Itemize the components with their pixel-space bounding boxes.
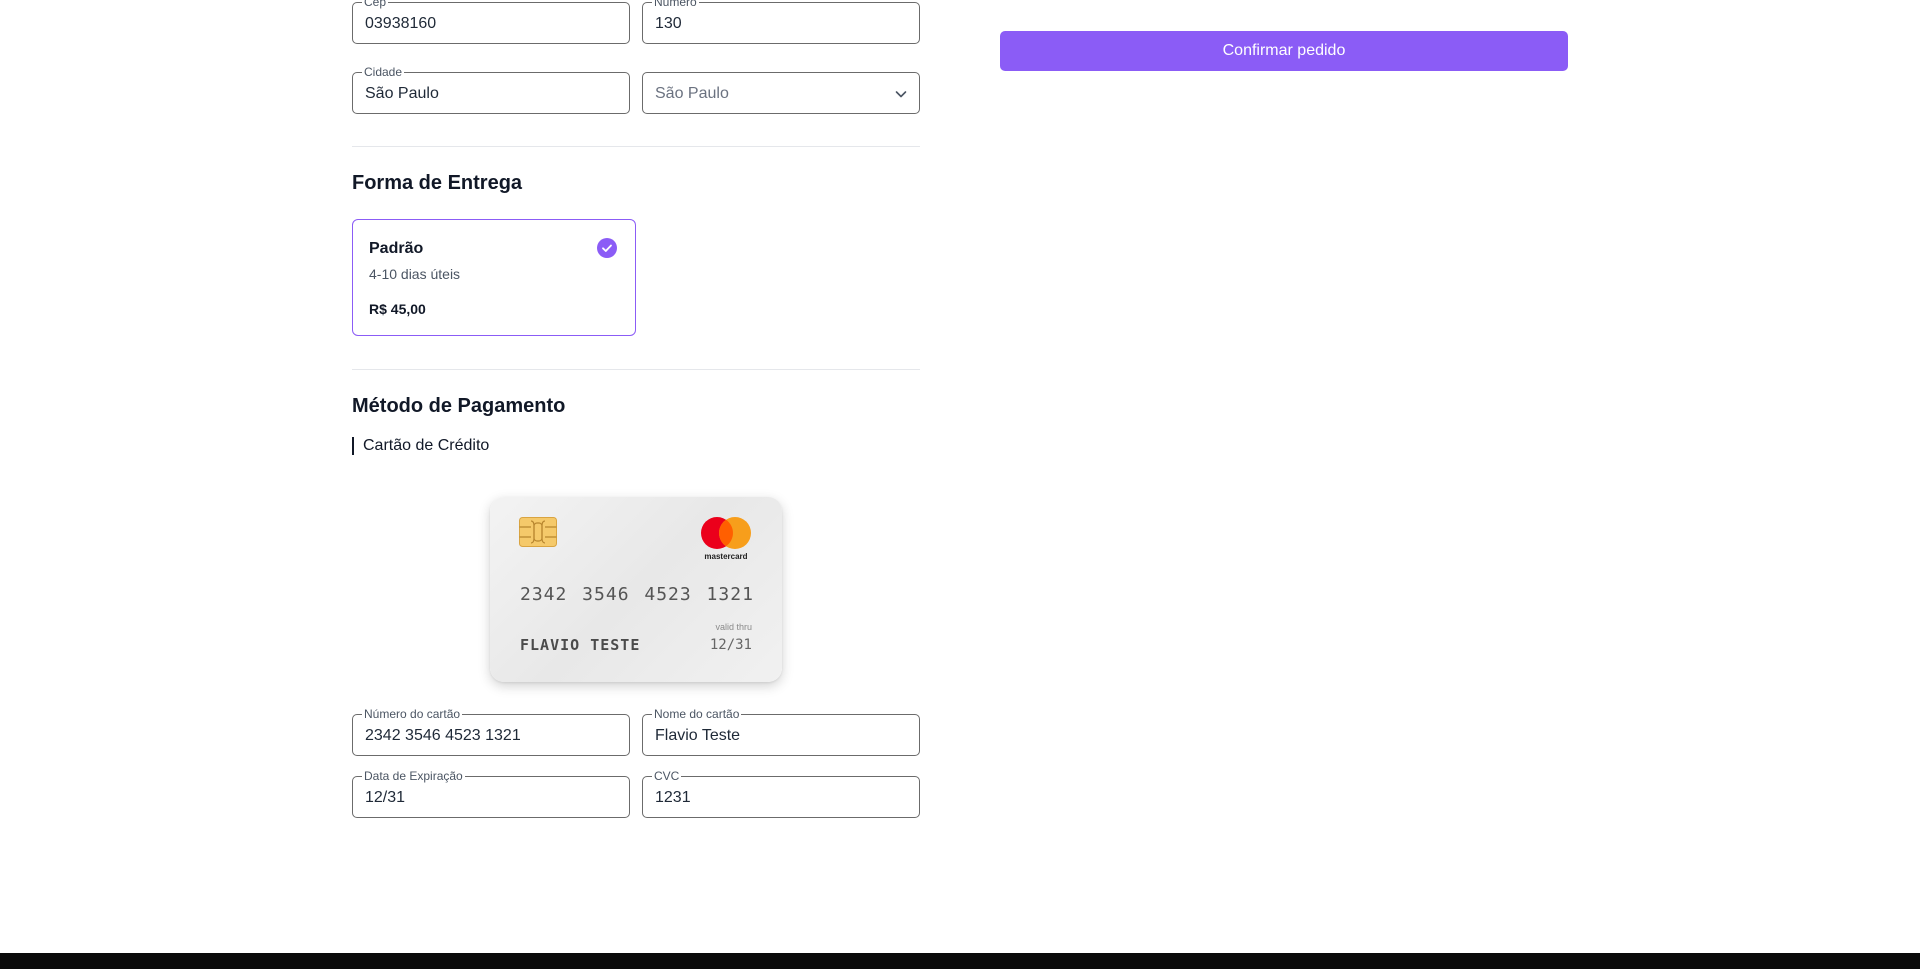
payment-method-label: Cartão de Crédito [363, 437, 490, 454]
expiry-label: Data de Expiração [362, 769, 465, 783]
card-preview-holder: FLAVIO TESTE [520, 636, 641, 654]
card-name-label: Nome do cartão [652, 707, 742, 721]
card-number-field[interactable]: Número do cartão 2342 3546 4523 1321 [352, 707, 630, 756]
shipping-option-card[interactable]: Padrão 4-10 dias úteis R$ 45,00 [352, 219, 636, 336]
cep-label: Cep [362, 0, 389, 9]
svg-text:mastercard: mastercard [704, 552, 747, 561]
confirm-order-button[interactable]: Confirmar pedido [1000, 31, 1568, 71]
card-preview-valid-label: valid thru [715, 622, 752, 632]
divider [352, 369, 920, 370]
shipping-title: Forma de Entrega [352, 172, 523, 194]
cvc-label: CVC [652, 769, 682, 783]
numero-value: 130 [655, 15, 682, 32]
active-indicator [352, 437, 354, 455]
card-number-label: Número do cartão [362, 707, 463, 721]
shipping-option-name: Padrão [369, 240, 424, 257]
cvc-value: 1231 [655, 789, 691, 806]
card-number-value: 2342 3546 4523 1321 [365, 727, 521, 744]
shipping-option-price: R$ 45,00 [369, 301, 426, 317]
estado-value: São Paulo [655, 85, 729, 102]
card-name-field[interactable]: Nome do cartão Flavio Teste [642, 707, 920, 756]
numero-label: Número [652, 0, 699, 9]
card-chip-icon [519, 517, 557, 547]
cidade-value: São Paulo [365, 85, 439, 102]
payment-title: Método de Pagamento [352, 395, 566, 417]
numero-field[interactable]: Número 130 [642, 0, 920, 44]
cep-value: 03938160 [365, 15, 437, 32]
card-name-value: Flavio Teste [655, 727, 741, 744]
payment-method-tab[interactable]: Cartão de Crédito [352, 436, 489, 456]
divider [352, 146, 920, 147]
cep-field[interactable]: Cep 03938160 [352, 0, 630, 44]
estado-select[interactable]: São Paulo [642, 72, 920, 114]
chevron-down-icon [895, 91, 907, 98]
card-preview-expiry: 12/31 [709, 637, 752, 653]
credit-card-preview: mastercard 2342 3546 4523 1321 FLAVIO TE… [490, 497, 782, 682]
mastercard-logo: mastercard [701, 517, 751, 561]
cidade-label: Cidade [362, 65, 405, 79]
check-circle-icon [597, 238, 617, 258]
cvc-field[interactable]: CVC 1231 [642, 769, 920, 818]
expiry-field[interactable]: Data de Expiração 12/31 [352, 769, 630, 818]
card-preview-number: 2342 3546 4523 1321 [520, 584, 754, 605]
footer-bar [0, 953, 1920, 969]
expiry-value: 12/31 [365, 789, 406, 806]
shipping-option-days: 4-10 dias úteis [369, 266, 461, 282]
cidade-field[interactable]: Cidade São Paulo [352, 65, 630, 114]
